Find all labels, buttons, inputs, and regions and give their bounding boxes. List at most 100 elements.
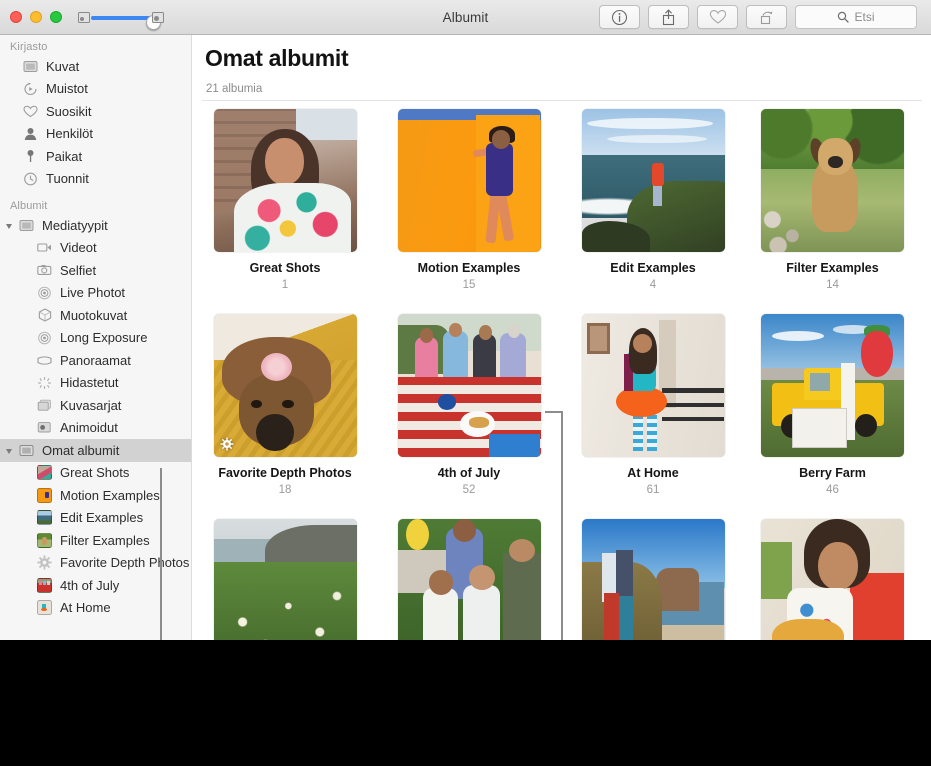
- album-item-filter-examples[interactable]: Filter Examples 14: [745, 109, 920, 291]
- album-thumbnail[interactable]: [398, 109, 541, 252]
- sidebar-item-favorite-depth-photos[interactable]: Favorite Depth Photos: [0, 552, 191, 575]
- album-thumbnail[interactable]: [214, 109, 357, 252]
- sidebar-item-label: Tuonnit: [46, 171, 89, 186]
- album-thumbnail[interactable]: [582, 109, 725, 252]
- live-photo-icon: [36, 285, 53, 301]
- albums-row: Great Shots 1: [193, 109, 931, 291]
- sidebar-item-at-home[interactable]: At Home: [0, 597, 191, 620]
- long-exposure-icon: [36, 330, 53, 346]
- camera-icon: [36, 262, 53, 278]
- sidebar-item-tuonnit[interactable]: Tuonnit: [0, 168, 191, 191]
- sidebar-item-live-photot[interactable]: Live Photot: [0, 282, 191, 305]
- album-count-subtitle: 21 albumia: [206, 83, 262, 95]
- sidebar-item-motion-examples[interactable]: Motion Examples: [0, 484, 191, 507]
- sidebar-section-header-albums: Albumit: [0, 190, 191, 214]
- clock-icon: [22, 171, 39, 187]
- album-count: 4: [650, 279, 656, 291]
- sidebar-item-hidastetut[interactable]: Hidastetut: [0, 372, 191, 395]
- burst-icon: [36, 397, 53, 413]
- album-item-partial[interactable]: [745, 519, 920, 640]
- share-icon: [660, 8, 677, 26]
- chevron-down-icon[interactable]: [6, 449, 12, 454]
- album-item-berry-farm[interactable]: Berry Farm 46: [745, 314, 920, 496]
- album-name: Motion Examples: [418, 261, 521, 275]
- album-name: 4th of July: [438, 466, 501, 480]
- sidebar-item-label: Hidastetut: [60, 375, 119, 390]
- sidebar-item-label: At Home: [60, 600, 111, 615]
- album-name: Berry Farm: [799, 466, 866, 480]
- sidebar-item-selfiet[interactable]: Selfiet: [0, 259, 191, 282]
- album-thumb-at-home-icon: [36, 600, 53, 616]
- album-thumbnail[interactable]: [761, 519, 904, 640]
- sidebar-item-label: Suosikit: [46, 104, 92, 119]
- sidebar-item-edit-examples[interactable]: Edit Examples: [0, 507, 191, 530]
- album-item-partial[interactable]: [193, 519, 377, 640]
- chevron-down-icon[interactable]: [6, 224, 12, 229]
- sidebar-item-long-exposure[interactable]: Long Exposure: [0, 327, 191, 350]
- sidebar-item-omat-albumit[interactable]: Omat albumit: [0, 439, 191, 462]
- album-thumbnail[interactable]: [761, 314, 904, 457]
- page-title: Omat albumit: [205, 45, 348, 72]
- album-item-motion-examples[interactable]: Motion Examples 15: [377, 109, 561, 291]
- sidebar-item-great-shots[interactable]: Great Shots: [0, 462, 191, 485]
- sidebar-item-kuvasarjat[interactable]: Kuvasarjat: [0, 394, 191, 417]
- sidebar-item-4th-of-july[interactable]: 4th of July: [0, 574, 191, 597]
- album-thumbnail[interactable]: [214, 519, 357, 640]
- sidebar-item-muistot[interactable]: Muistot: [0, 78, 191, 101]
- album-count: 15: [463, 279, 476, 291]
- search-input[interactable]: Etsi: [795, 5, 917, 29]
- album-item-partial[interactable]: [561, 519, 745, 640]
- album-name: At Home: [627, 466, 678, 480]
- album-item-partial[interactable]: [377, 519, 561, 640]
- person-icon: [22, 126, 39, 142]
- album-thumbnail[interactable]: [761, 109, 904, 252]
- memories-icon: [22, 81, 39, 97]
- sidebar-item-mediatyypit[interactable]: Mediatyypit: [0, 214, 191, 237]
- sidebar-item-label: Omat albumit: [42, 443, 119, 458]
- sidebar-item-suosikit[interactable]: Suosikit: [0, 100, 191, 123]
- titlebar: Albumit: [0, 0, 931, 35]
- album-item-4th-of-july[interactable]: 4th of July 52: [377, 314, 561, 496]
- gear-icon: [36, 555, 53, 571]
- sidebar-item-label: Edit Examples: [60, 510, 143, 525]
- sidebar-item-label: Henkilöt: [46, 126, 93, 141]
- album-thumb-motion-examples-icon: [36, 487, 53, 503]
- sidebar-item-paikat[interactable]: Paikat: [0, 145, 191, 168]
- album-name: Great Shots: [250, 261, 321, 275]
- sidebar-item-label: Animoidut: [60, 420, 118, 435]
- slow-motion-icon: [36, 375, 53, 391]
- sidebar-item-muotokuvat[interactable]: Muotokuvat: [0, 304, 191, 327]
- album-count: 18: [279, 484, 292, 496]
- share-button[interactable]: [648, 5, 689, 29]
- album-thumb-4th-of-july-icon: [36, 577, 53, 593]
- sidebar-item-label: Favorite Depth Photos: [60, 555, 189, 570]
- album-thumbnail[interactable]: [582, 314, 725, 457]
- photos-window: Albumit: [0, 0, 931, 640]
- album-item-great-shots[interactable]: Great Shots 1: [193, 109, 377, 291]
- sidebar-item-label: Videot: [60, 240, 97, 255]
- album-thumbnail[interactable]: [398, 519, 541, 640]
- album-name: Filter Examples: [786, 261, 878, 275]
- sidebar-item-henkilot[interactable]: Henkilöt: [0, 123, 191, 146]
- album-thumbnail[interactable]: [582, 519, 725, 640]
- rotate-button[interactable]: [746, 5, 787, 29]
- sidebar-item-panoraamat[interactable]: Panoraamat: [0, 349, 191, 372]
- sidebar-item-animoidut[interactable]: Animoidut: [0, 417, 191, 440]
- album-item-favorite-depth-photos[interactable]: Favorite Depth Photos 18: [193, 314, 377, 496]
- album-count: 14: [826, 279, 839, 291]
- sidebar-item-videot[interactable]: Videot: [0, 237, 191, 260]
- animated-icon: [36, 420, 53, 436]
- info-icon: [611, 9, 628, 26]
- album-item-at-home[interactable]: At Home 61: [561, 314, 745, 496]
- sidebar[interactable]: Kirjasto Kuvat M: [0, 35, 192, 640]
- panorama-icon: [36, 352, 53, 368]
- album-item-edit-examples[interactable]: Edit Examples 4: [561, 109, 745, 291]
- info-button[interactable]: [599, 5, 640, 29]
- callout-album-grid: [561, 411, 563, 677]
- favorite-button[interactable]: [697, 5, 738, 29]
- sidebar-item-filter-examples[interactable]: Filter Examples: [0, 529, 191, 552]
- album-thumbnail[interactable]: [398, 314, 541, 457]
- sidebar-item-kuvat[interactable]: Kuvat: [0, 55, 191, 78]
- album-thumbnail[interactable]: [214, 314, 357, 457]
- album-count: 1: [282, 279, 288, 291]
